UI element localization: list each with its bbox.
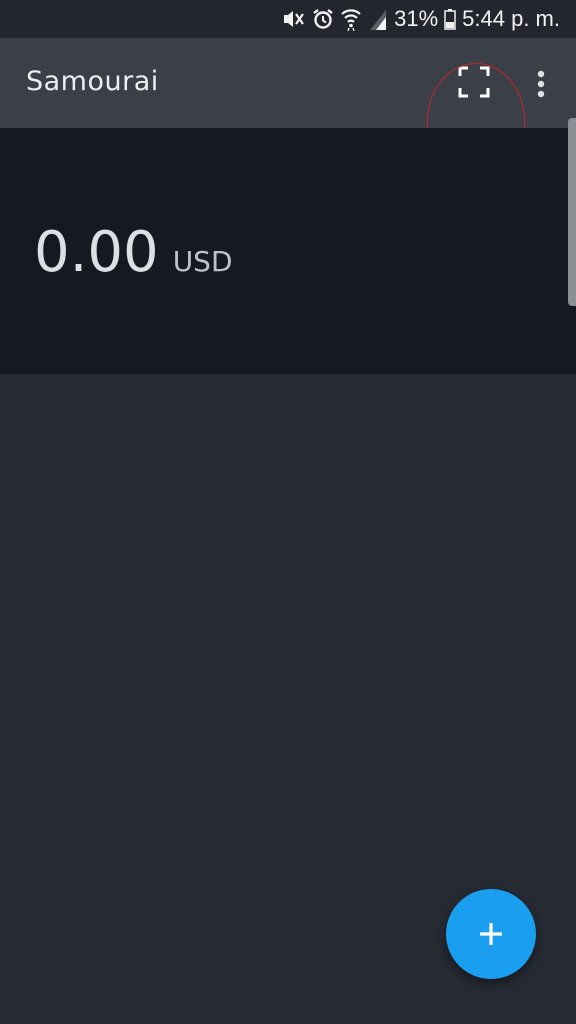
balance-currency: USD <box>172 245 233 278</box>
balance-display: 0.00 USD <box>34 220 233 285</box>
battery-percent: 31% <box>394 6 439 31</box>
battery-icon <box>444 8 456 30</box>
balance-amount: 0.00 <box>34 220 159 285</box>
add-fab-button[interactable] <box>446 889 536 979</box>
balance-panel[interactable]: 0.00 USD <box>0 128 576 374</box>
scan-qr-button[interactable] <box>446 54 502 110</box>
alarm-icon <box>312 8 334 30</box>
app-title: Samourai <box>26 66 159 97</box>
app-bar: Samourai <box>0 38 576 179</box>
more-options-button[interactable] <box>524 64 558 104</box>
plus-icon <box>480 923 502 945</box>
status-icons: 31% 5:44 p. m. <box>282 5 560 33</box>
scan-qr-icon <box>458 66 490 98</box>
scroll-indicator[interactable] <box>568 118 576 306</box>
status-bar: 31% 5:44 p. m. <box>0 0 576 38</box>
mute-vibrate-icon <box>282 8 306 30</box>
signal-icon <box>368 8 388 30</box>
wifi-icon <box>340 7 362 31</box>
status-time: 5:44 p. m. <box>462 6 560 31</box>
more-vert-icon <box>537 70 545 98</box>
